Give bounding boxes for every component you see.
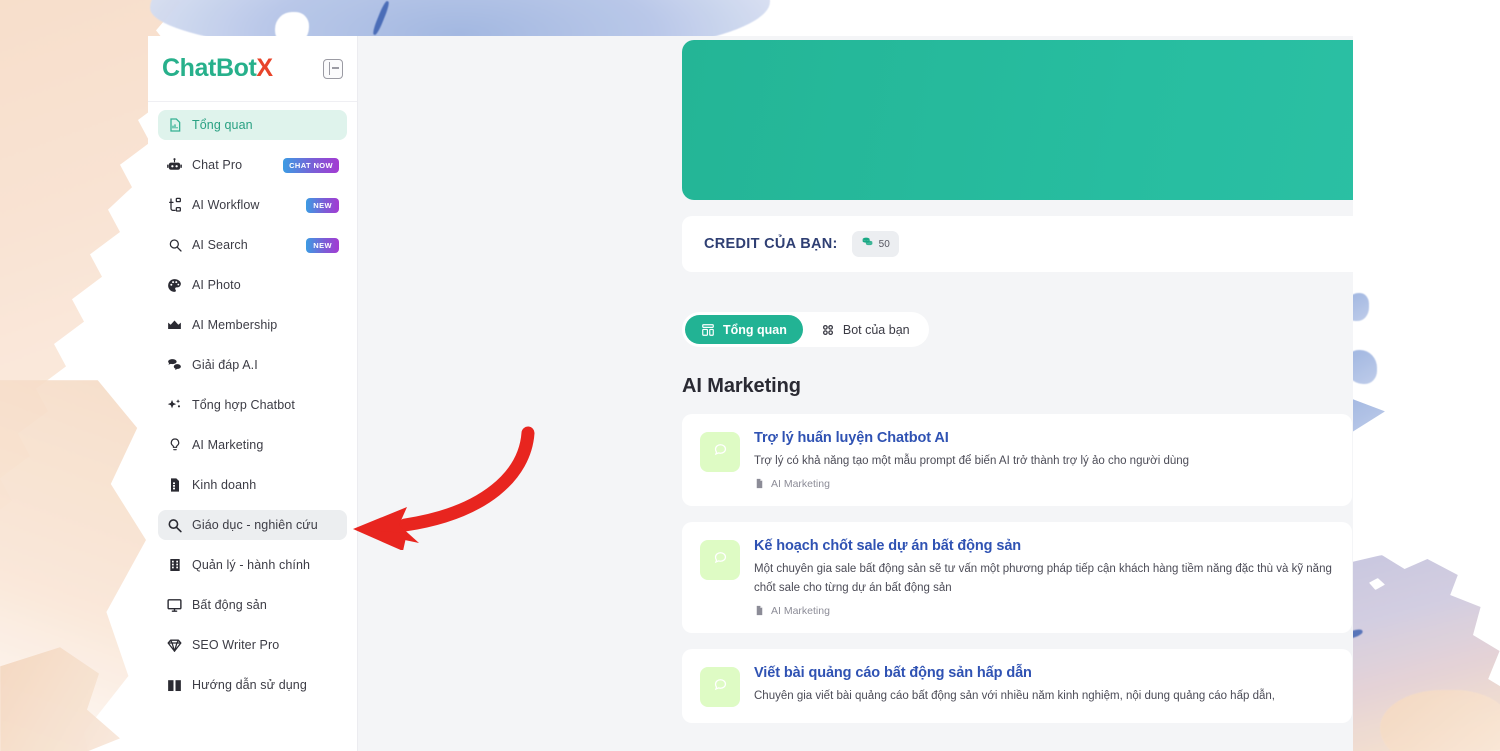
- card-title[interactable]: Kế hoạch chốt sale dự án bất động sản: [754, 538, 1334, 554]
- sidebar-item-label: SEO Writer Pro: [192, 638, 280, 652]
- workflow-icon: [166, 197, 183, 214]
- chat-bubble-icon: [712, 549, 729, 571]
- sidebar-badge-new: NEW: [306, 237, 339, 253]
- card-title[interactable]: Trợ lý huấn luyện Chatbot AI: [754, 430, 1334, 446]
- tab-tong-quan[interactable]: Tổng quan: [685, 315, 803, 344]
- panel-collapse-icon[interactable]: [323, 58, 343, 79]
- tab-bot-cua-ban[interactable]: Bot của bạn: [805, 315, 926, 344]
- tab-label: Tổng quan: [723, 322, 787, 337]
- sparkles-icon: [166, 397, 183, 414]
- brand-name-accent: X: [256, 54, 273, 82]
- prompt-card[interactable]: Kế hoạch chốt sale dự án bất động sản Mộ…: [682, 521, 1352, 633]
- dashboard-icon: [701, 322, 716, 337]
- sidebar-item-tong-hop-chatbot[interactable]: Tổng hợp Chatbot: [158, 390, 347, 420]
- lightbulb-icon: [166, 437, 183, 454]
- file-icon: [754, 605, 765, 616]
- chart-document-icon: [166, 117, 183, 134]
- credit-amount: 50: [878, 238, 890, 250]
- sidebar-item-seo-writer-pro[interactable]: SEO Writer Pro: [158, 630, 347, 660]
- card-body: Trợ lý huấn luyện Chatbot AI Trợ lý có k…: [754, 430, 1334, 490]
- sidebar-item-label: AI Membership: [192, 318, 278, 332]
- sidebar-item-label: Bất động sản: [192, 598, 267, 612]
- file-icon: [754, 478, 765, 489]
- card-thumbnail: [700, 539, 740, 580]
- credit-chip[interactable]: 50: [851, 231, 899, 257]
- card-meta: AI Marketing: [754, 605, 1334, 617]
- card-thumbnail: [700, 432, 740, 472]
- brand-logo[interactable]: ChatBotX: [162, 54, 273, 83]
- prompt-card[interactable]: Trợ lý huấn luyện Chatbot AI Trợ lý có k…: [682, 414, 1352, 506]
- sidebar-item-label: Chat Pro: [192, 158, 243, 172]
- sidebar-item-label: Giáo dục - nghiên cứu: [192, 518, 318, 532]
- office-building-icon: [166, 557, 183, 574]
- sidebar-item-ai-membership[interactable]: AI Membership: [158, 310, 347, 340]
- diamond-icon: [166, 637, 183, 654]
- sidebar-item-huong-dan-su-dung[interactable]: Hướng dẫn sử dụng: [158, 670, 347, 700]
- card-meta-label: AI Marketing: [771, 604, 830, 617]
- card-thumbnail: [700, 666, 740, 707]
- tab-label: Bot của bạn: [842, 322, 910, 337]
- monitor-icon: [166, 597, 183, 614]
- main-inner: Chào Hotline hỗ trợ: 0877909606 | CREDIT…: [682, 36, 1353, 723]
- sidebar-item-chat-pro[interactable]: Chat Pro CHAT NOW: [158, 150, 347, 180]
- hero-greeting: Chào: [682, 80, 1353, 108]
- chat-bubble-icon: [712, 441, 729, 463]
- app-window: ChatBotX Tổng quan Chat Pro CHAT NOW AI …: [148, 36, 1353, 751]
- crown-icon: [166, 317, 183, 334]
- sidebar-item-ai-photo[interactable]: AI Photo: [158, 270, 347, 300]
- sidebar-item-giai-dap-ai[interactable]: Giải đáp A.I: [158, 350, 347, 380]
- card-description: Chuyên gia viết bài quảng cáo bất động s…: [754, 689, 1275, 702]
- search-icon: [166, 237, 183, 254]
- sidebar-nav: Tổng quan Chat Pro CHAT NOW AI Workflow …: [148, 102, 357, 751]
- credit-label: CREDIT CỦA BẠN:: [704, 236, 838, 252]
- card-description: Trợ lý có khả năng tạo một mẫu prompt để…: [754, 455, 1190, 467]
- sidebar-item-label: AI Photo: [192, 278, 241, 292]
- sidebar-badge-chat-now: CHAT NOW: [283, 157, 339, 173]
- section-title: AI Marketing: [682, 375, 801, 397]
- chat-bubbles-icon: [166, 357, 183, 374]
- sidebar-item-quan-ly-hanh-chinh[interactable]: Quản lý - hành chính: [158, 550, 347, 580]
- sidebar-item-ai-workflow[interactable]: AI Workflow NEW: [158, 190, 347, 220]
- sidebar-item-label: AI Search: [192, 238, 248, 252]
- sidebar-item-ai-search[interactable]: AI Search NEW: [158, 230, 347, 260]
- sidebar: ChatBotX Tổng quan Chat Pro CHAT NOW AI …: [148, 36, 358, 751]
- credit-card: CREDIT CỦA BẠN: 50: [682, 216, 1353, 272]
- grid-dots-icon: [821, 322, 836, 337]
- coins-icon: [861, 235, 874, 253]
- card-description: Một chuyên gia sale bất động sản sẽ tư v…: [754, 562, 1332, 594]
- sidebar-item-label: Hướng dẫn sử dụng: [192, 678, 307, 692]
- robot-icon: [166, 157, 183, 174]
- sidebar-item-label: Tổng hợp Chatbot: [192, 398, 295, 412]
- sidebar-item-kinh-doanh[interactable]: Kinh doanh: [158, 470, 347, 500]
- palette-icon: [166, 277, 183, 294]
- sidebar-item-tong-quan[interactable]: Tổng quan: [158, 110, 347, 140]
- chat-bubble-icon: [712, 676, 729, 698]
- hero-banner: Chào Hotline hỗ trợ: 0877909606 |: [682, 40, 1353, 200]
- card-title[interactable]: Viết bài quảng cáo bất động sản hấp dẫn: [754, 665, 1334, 681]
- prompt-card[interactable]: Viết bài quảng cáo bất động sản hấp dẫn …: [682, 648, 1352, 723]
- sidebar-item-label: Kinh doanh: [192, 478, 257, 492]
- sidebar-item-label: AI Workflow: [192, 198, 260, 212]
- main-content: Chào Hotline hỗ trợ: 0877909606 | CREDIT…: [358, 36, 1353, 751]
- book-icon: [166, 677, 183, 694]
- sidebar-badge-new: NEW: [306, 197, 339, 213]
- magnifier-icon: [166, 517, 183, 534]
- sidebar-item-bat-dong-san[interactable]: Bất động sản: [158, 590, 347, 620]
- sidebar-header: ChatBotX: [148, 36, 357, 102]
- sidebar-item-label: Giải đáp A.I: [192, 358, 258, 372]
- sidebar-item-label: Quản lý - hành chính: [192, 558, 311, 572]
- card-body: Viết bài quảng cáo bất động sản hấp dẫn …: [754, 665, 1334, 707]
- sidebar-item-label: Tổng quan: [192, 118, 253, 132]
- hero-hotline: Hotline hỗ trợ: 0877909606 |: [682, 120, 1353, 134]
- sidebar-item-label: AI Marketing: [192, 438, 264, 452]
- card-meta-label: AI Marketing: [771, 477, 830, 490]
- sidebar-item-ai-marketing[interactable]: AI Marketing: [158, 430, 347, 460]
- card-body: Kế hoạch chốt sale dự án bất động sản Mộ…: [754, 538, 1334, 617]
- sidebar-item-giao-duc-nghien-cuu[interactable]: Giáo dục - nghiên cứu: [158, 510, 347, 540]
- brand-name-main: ChatBot: [162, 54, 257, 82]
- card-meta: AI Marketing: [754, 478, 1334, 490]
- view-tabs: Tổng quan Bot của bạn: [682, 312, 929, 347]
- briefcase-doc-icon: [166, 477, 183, 494]
